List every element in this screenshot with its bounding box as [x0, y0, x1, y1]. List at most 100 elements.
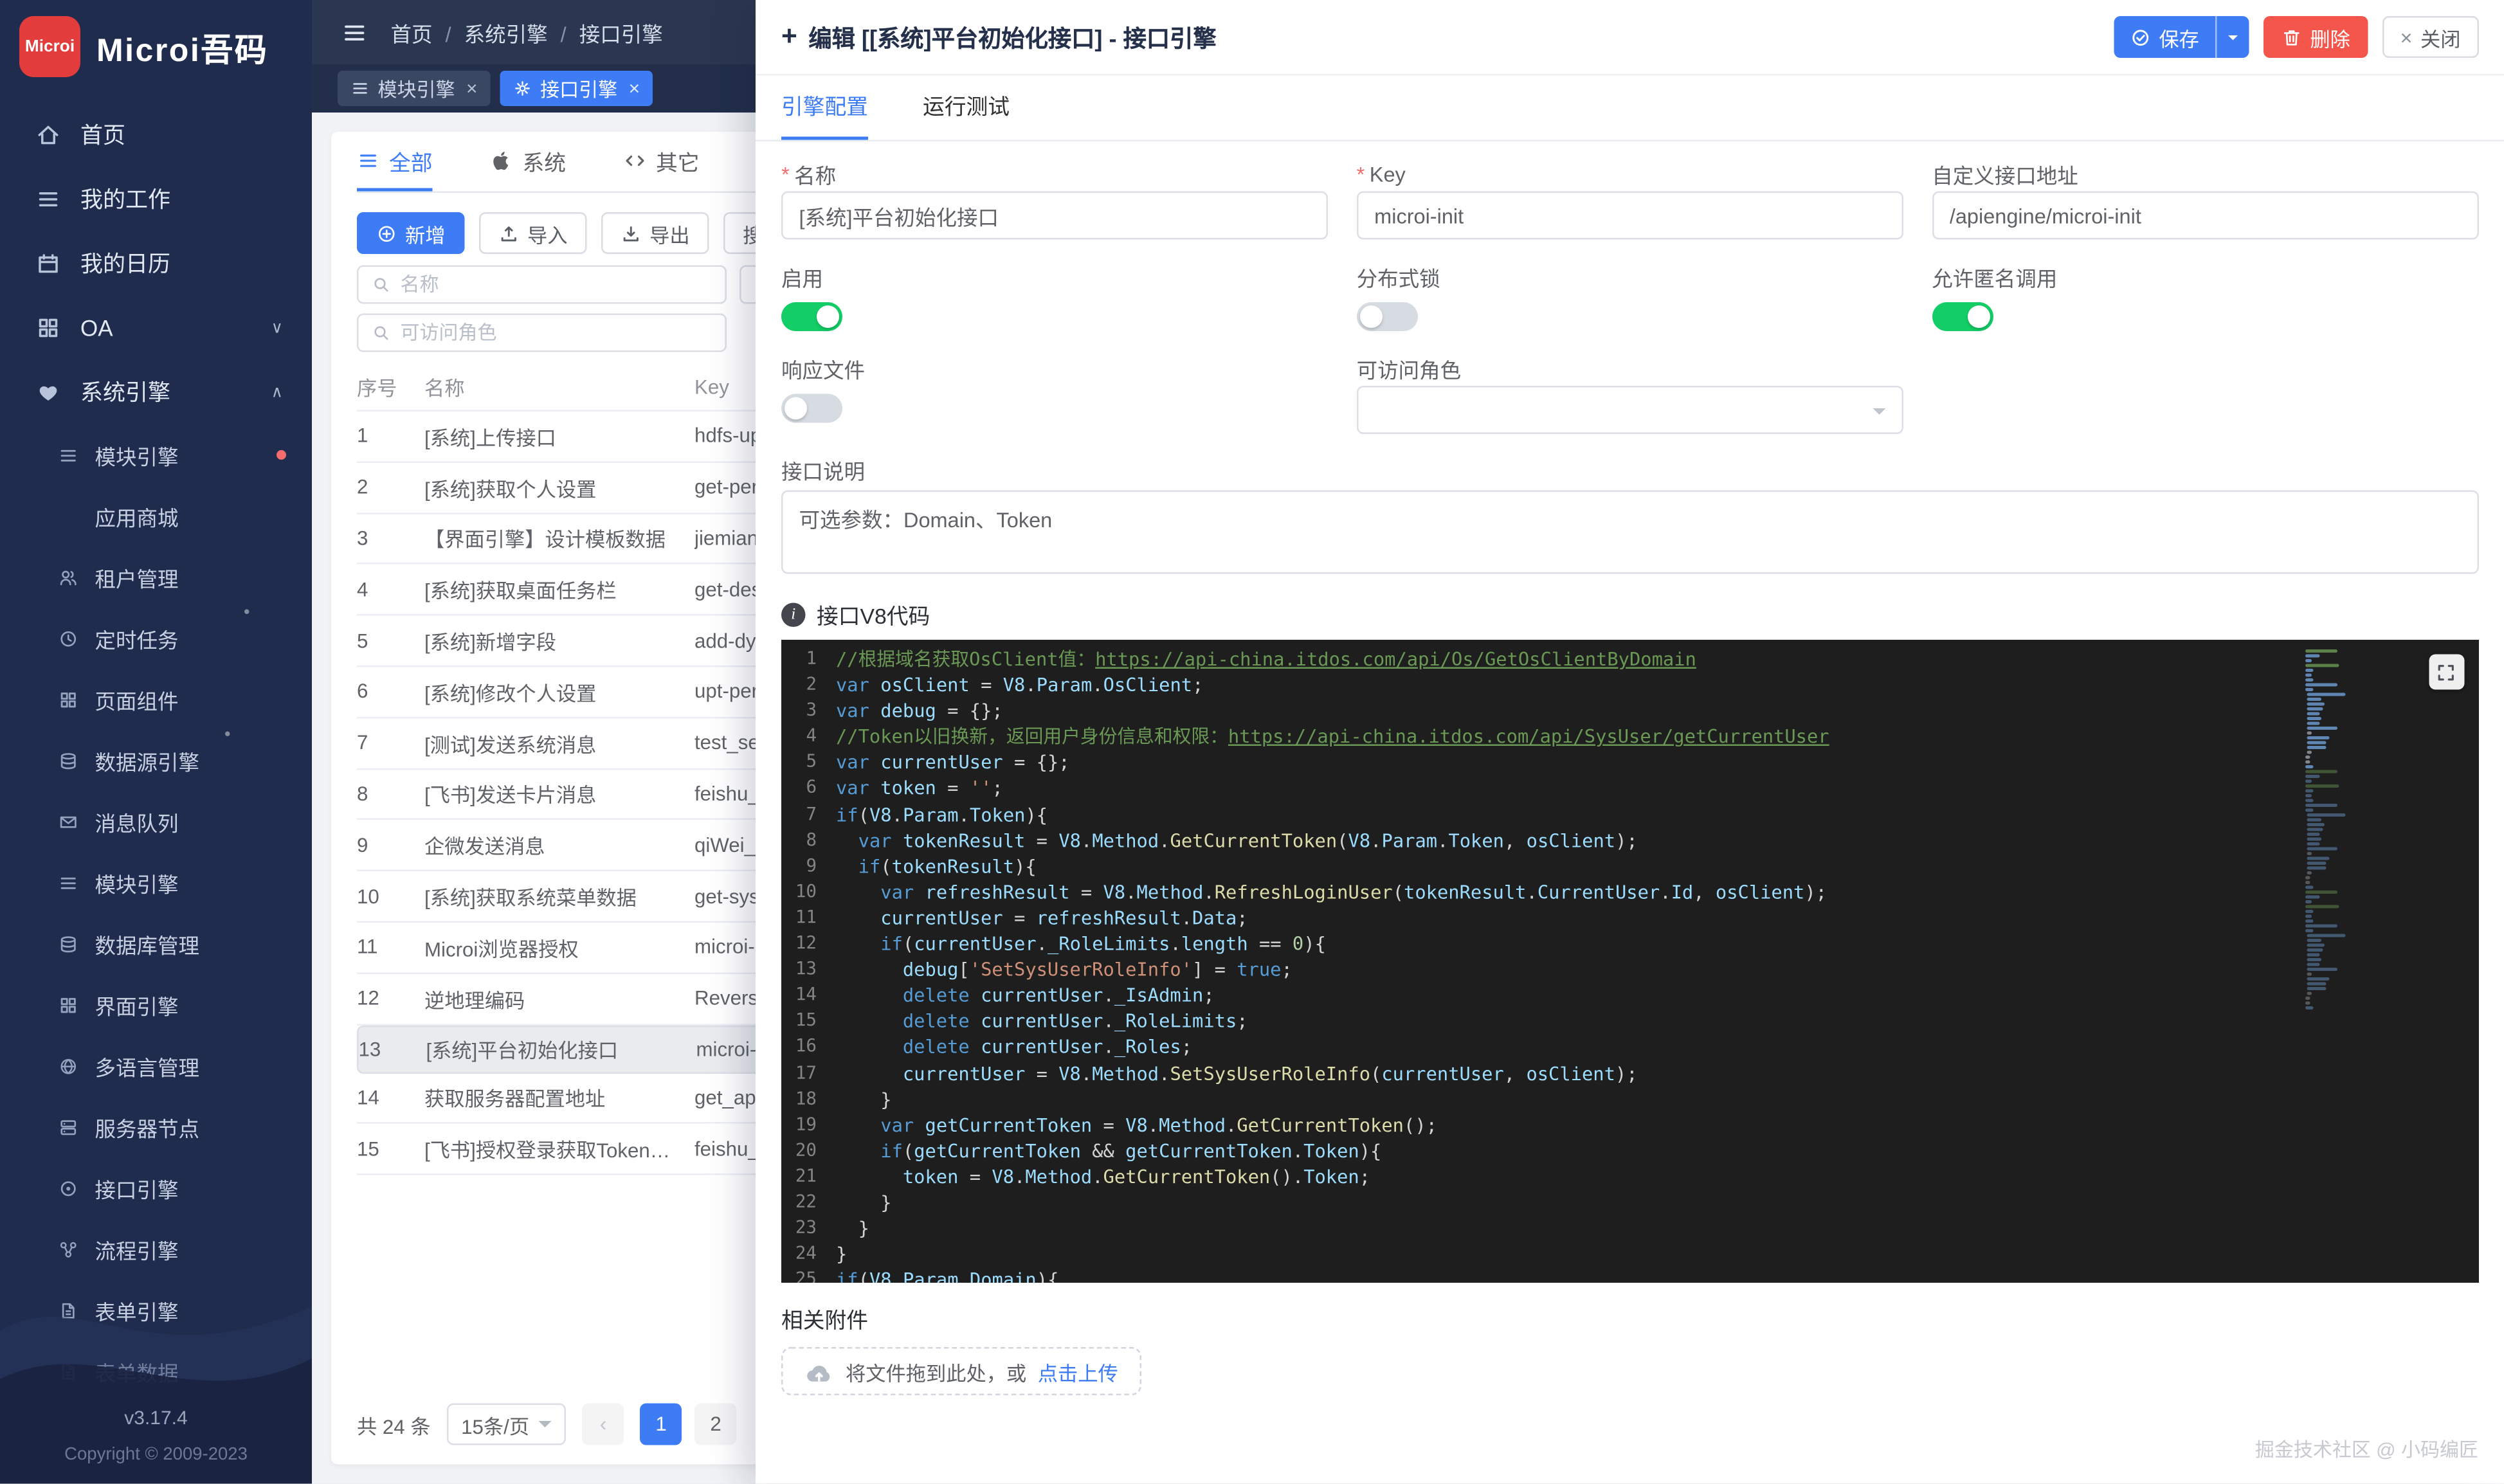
filter-tab[interactable]: 系统 [491, 132, 567, 192]
cell-no: 4 [357, 578, 368, 601]
url-input[interactable] [1932, 191, 2478, 240]
sidebar-submenu-item[interactable]: 定时任务 [0, 608, 312, 669]
drawer-header: + 编辑 [[系统]平台初始化接口] - 接口引擎 保存 删除 × 关闭 [756, 0, 2504, 76]
cell-no: 3 [357, 527, 368, 550]
save-dropdown-button[interactable] [2215, 16, 2249, 58]
key-input[interactable] [1356, 191, 1903, 240]
distributed-lock-toggle[interactable] [1356, 302, 1418, 331]
cell-no: 13 [358, 1037, 381, 1060]
fullscreen-button[interactable] [2428, 654, 2464, 690]
cell-no: 11 [357, 936, 378, 959]
screen: Microi Microi吾码 首页 我的工作 我的日历 OA ∨ 系统引擎 ∧… [0, 0, 2504, 1484]
cell-name: [系统]平台初始化接口 [426, 1040, 619, 1063]
cell-no: 12 [357, 987, 379, 1010]
sidebar-submenu-item[interactable]: 租户管理 [0, 547, 312, 608]
notification-dot [277, 450, 286, 460]
page-number-button[interactable]: 1 [640, 1403, 682, 1445]
enabled-toggle[interactable] [781, 302, 842, 331]
drawer-tab[interactable]: 引擎配置 [781, 76, 868, 140]
page-number-button[interactable]: 2 [694, 1403, 737, 1445]
delete-button[interactable]: 删除 [2263, 16, 2368, 58]
menu-item-label: 首页 [80, 122, 125, 148]
cell-no: 15 [357, 1137, 379, 1161]
close-tab-icon[interactable]: × [466, 77, 478, 100]
cell-name: [系统]上传接口 [424, 427, 556, 450]
upload-dropzone[interactable]: 将文件拖到此处，或 点击上传 [781, 1347, 1141, 1395]
sidebar-submenu-item[interactable]: 模块引擎 [0, 852, 312, 913]
app-version: v3.17.4 [124, 1406, 188, 1429]
cell-name: [测试]发送系统消息 [424, 734, 597, 757]
chevron-down-icon [2227, 34, 2238, 44]
export-button[interactable]: 导出 [601, 212, 709, 254]
sidebar-submenu-item[interactable]: 数据库管理 [0, 913, 312, 974]
sidebar-submenu-item[interactable]: 表单引擎 [0, 1280, 312, 1341]
column-header[interactable]: 序号 [357, 372, 424, 403]
app-logo[interactable]: Microi Microi吾码 [0, 0, 312, 93]
sidebar-submenu-item[interactable]: 界面引擎 [0, 974, 312, 1035]
sidebar-submenu-item[interactable]: 服务器节点 [0, 1096, 312, 1157]
sidebar-submenu-item[interactable]: 应用商城 [0, 485, 312, 547]
filter-tab-label: 系统 [522, 150, 567, 175]
menu-item-icon [35, 315, 61, 341]
submenu-item-icon [58, 994, 79, 1015]
menu-item-label: OA [80, 315, 113, 341]
close-tab-icon[interactable]: × [629, 77, 640, 100]
add-button[interactable]: 新增 [357, 212, 465, 254]
cell-no: 14 [357, 1086, 379, 1109]
import-button[interactable]: 导入 [479, 212, 587, 254]
menu-item-icon [35, 379, 61, 405]
sidebar-menu-item[interactable]: OA ∨ [0, 296, 312, 360]
code-editor[interactable]: 1//根据域名获取OsClient值：https://api-china.itd… [781, 640, 2478, 1283]
sidebar-submenu-item[interactable]: 表单数据 [0, 1341, 312, 1402]
breadcrumb-item[interactable]: 接口引擎 [548, 17, 663, 48]
name-filter-input[interactable] [357, 265, 727, 304]
sidebar-submenu-item[interactable]: 页面组件 [0, 669, 312, 730]
roles-select[interactable] [1356, 386, 1903, 434]
window-tab[interactable]: 接口引擎 × [500, 71, 653, 106]
anonymous-toggle[interactable] [1932, 302, 1993, 331]
v8-code-header: i 接口V8代码 [781, 598, 2478, 630]
attachments-label: 相关附件 [781, 1308, 868, 1333]
submenu-item-label: 模块引擎 [95, 872, 179, 896]
sidebar-submenu-item[interactable]: 消息队列 [0, 791, 312, 852]
breadcrumb-item[interactable]: 系统引擎 [433, 17, 548, 48]
column-header[interactable]: 名称 [424, 372, 694, 403]
sidebar-menu-item[interactable]: 系统引擎 ∧ [0, 360, 312, 424]
required-mark: * [781, 162, 790, 187]
sidebar-menu-item[interactable]: 我的日历 [0, 231, 312, 296]
chevron-down-icon [1872, 408, 1885, 421]
sidebar-submenu-item[interactable]: 数据源引擎 [0, 730, 312, 791]
upload-link[interactable]: 点击上传 [1038, 1356, 1118, 1387]
cell-no: 1 [357, 424, 368, 448]
page-size-select[interactable]: 15条/页 [446, 1403, 567, 1445]
window-tab[interactable]: 模块引擎 × [338, 71, 491, 106]
sidebar-submenu-item[interactable]: 模块引擎 [0, 424, 312, 485]
menu-toggle-icon[interactable] [341, 19, 368, 46]
sidebar-submenu-item[interactable]: 接口引擎 [0, 1157, 312, 1218]
save-button[interactable]: 保存 [2114, 16, 2215, 58]
response-file-toggle[interactable] [781, 394, 842, 423]
description-textarea[interactable]: 可选参数：Domain、Token [781, 490, 2478, 574]
total-count: 共 24 条 [357, 1415, 431, 1438]
submenu-item-label: 租户管理 [95, 566, 179, 591]
submenu-item-icon [58, 689, 79, 710]
search-icon [372, 275, 391, 294]
close-button[interactable]: × 关闭 [2382, 16, 2478, 58]
breadcrumb-item[interactable]: 首页 [391, 17, 433, 48]
role-filter-input[interactable] [357, 313, 727, 352]
menu-item-label: 系统引擎 [80, 379, 170, 405]
name-input[interactable] [781, 191, 1328, 240]
cell-name: [飞书]发送卡片消息 [424, 785, 597, 808]
sidebar-submenu-item[interactable]: 流程引擎 [0, 1218, 312, 1280]
drawer-tab[interactable]: 运行测试 [923, 76, 1010, 140]
submenu-item-label: 多语言管理 [95, 1055, 200, 1080]
prev-page-button[interactable]: ‹ [582, 1403, 624, 1445]
editor-minimap[interactable] [2304, 649, 2459, 1009]
sidebar-menu-item[interactable]: 首页 [0, 103, 312, 167]
filter-tab[interactable]: 全部 [357, 132, 433, 192]
filter-tab[interactable]: 其它 [624, 132, 700, 192]
decor-dot [225, 731, 230, 736]
field-name: * 名称 [781, 158, 1328, 240]
sidebar-menu-item[interactable]: 我的工作 [0, 167, 312, 231]
sidebar-submenu-item[interactable]: 多语言管理 [0, 1035, 312, 1096]
